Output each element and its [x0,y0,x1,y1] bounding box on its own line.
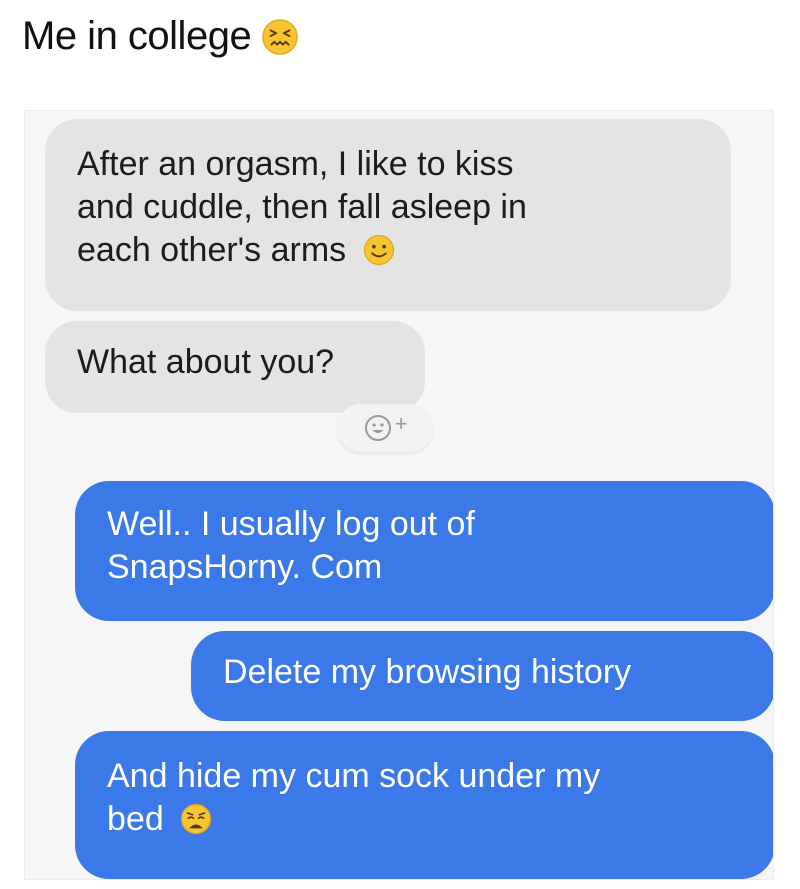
incoming-message-bubble: After an orgasm, I like to kiss and cudd… [45,119,731,311]
add-reaction-icon [364,415,391,441]
message-line: and cuddle, then fall asleep in [77,188,527,226]
message-line-text: each other's arms [77,231,347,269]
message-line: After an orgasm, I like to kiss [77,145,514,183]
message-line: SnapsHorny. Com [107,548,383,586]
confounded-face-icon [262,18,298,55]
weary-face-icon [181,803,212,835]
message-line: And hide my cum sock under my [107,757,601,795]
chat-screenshot: After an orgasm, I like to kiss and cudd… [24,110,774,880]
message-line-text: bed [107,800,164,838]
message-line: Delete my browsing history [223,653,632,691]
message-line: bed [107,798,743,841]
add-reaction-button[interactable]: + [337,404,433,452]
outgoing-message-bubble: And hide my cum sock under my bed [75,731,773,879]
incoming-message-bubble: What about you? [45,321,425,413]
outgoing-message-bubble: Well.. I usually log out of SnapsHorny. … [75,481,773,621]
plus-icon: + [394,411,408,436]
post-caption: Me in college [22,14,299,59]
message-line: each other's arms [77,229,699,272]
outgoing-message-bubble: Delete my browsing history [191,631,773,721]
message-line: Well.. I usually log out of [107,505,475,543]
message-line: What about you? [77,343,335,381]
slightly-smiling-face-icon [363,234,394,266]
caption-text: Me in college [22,14,252,58]
